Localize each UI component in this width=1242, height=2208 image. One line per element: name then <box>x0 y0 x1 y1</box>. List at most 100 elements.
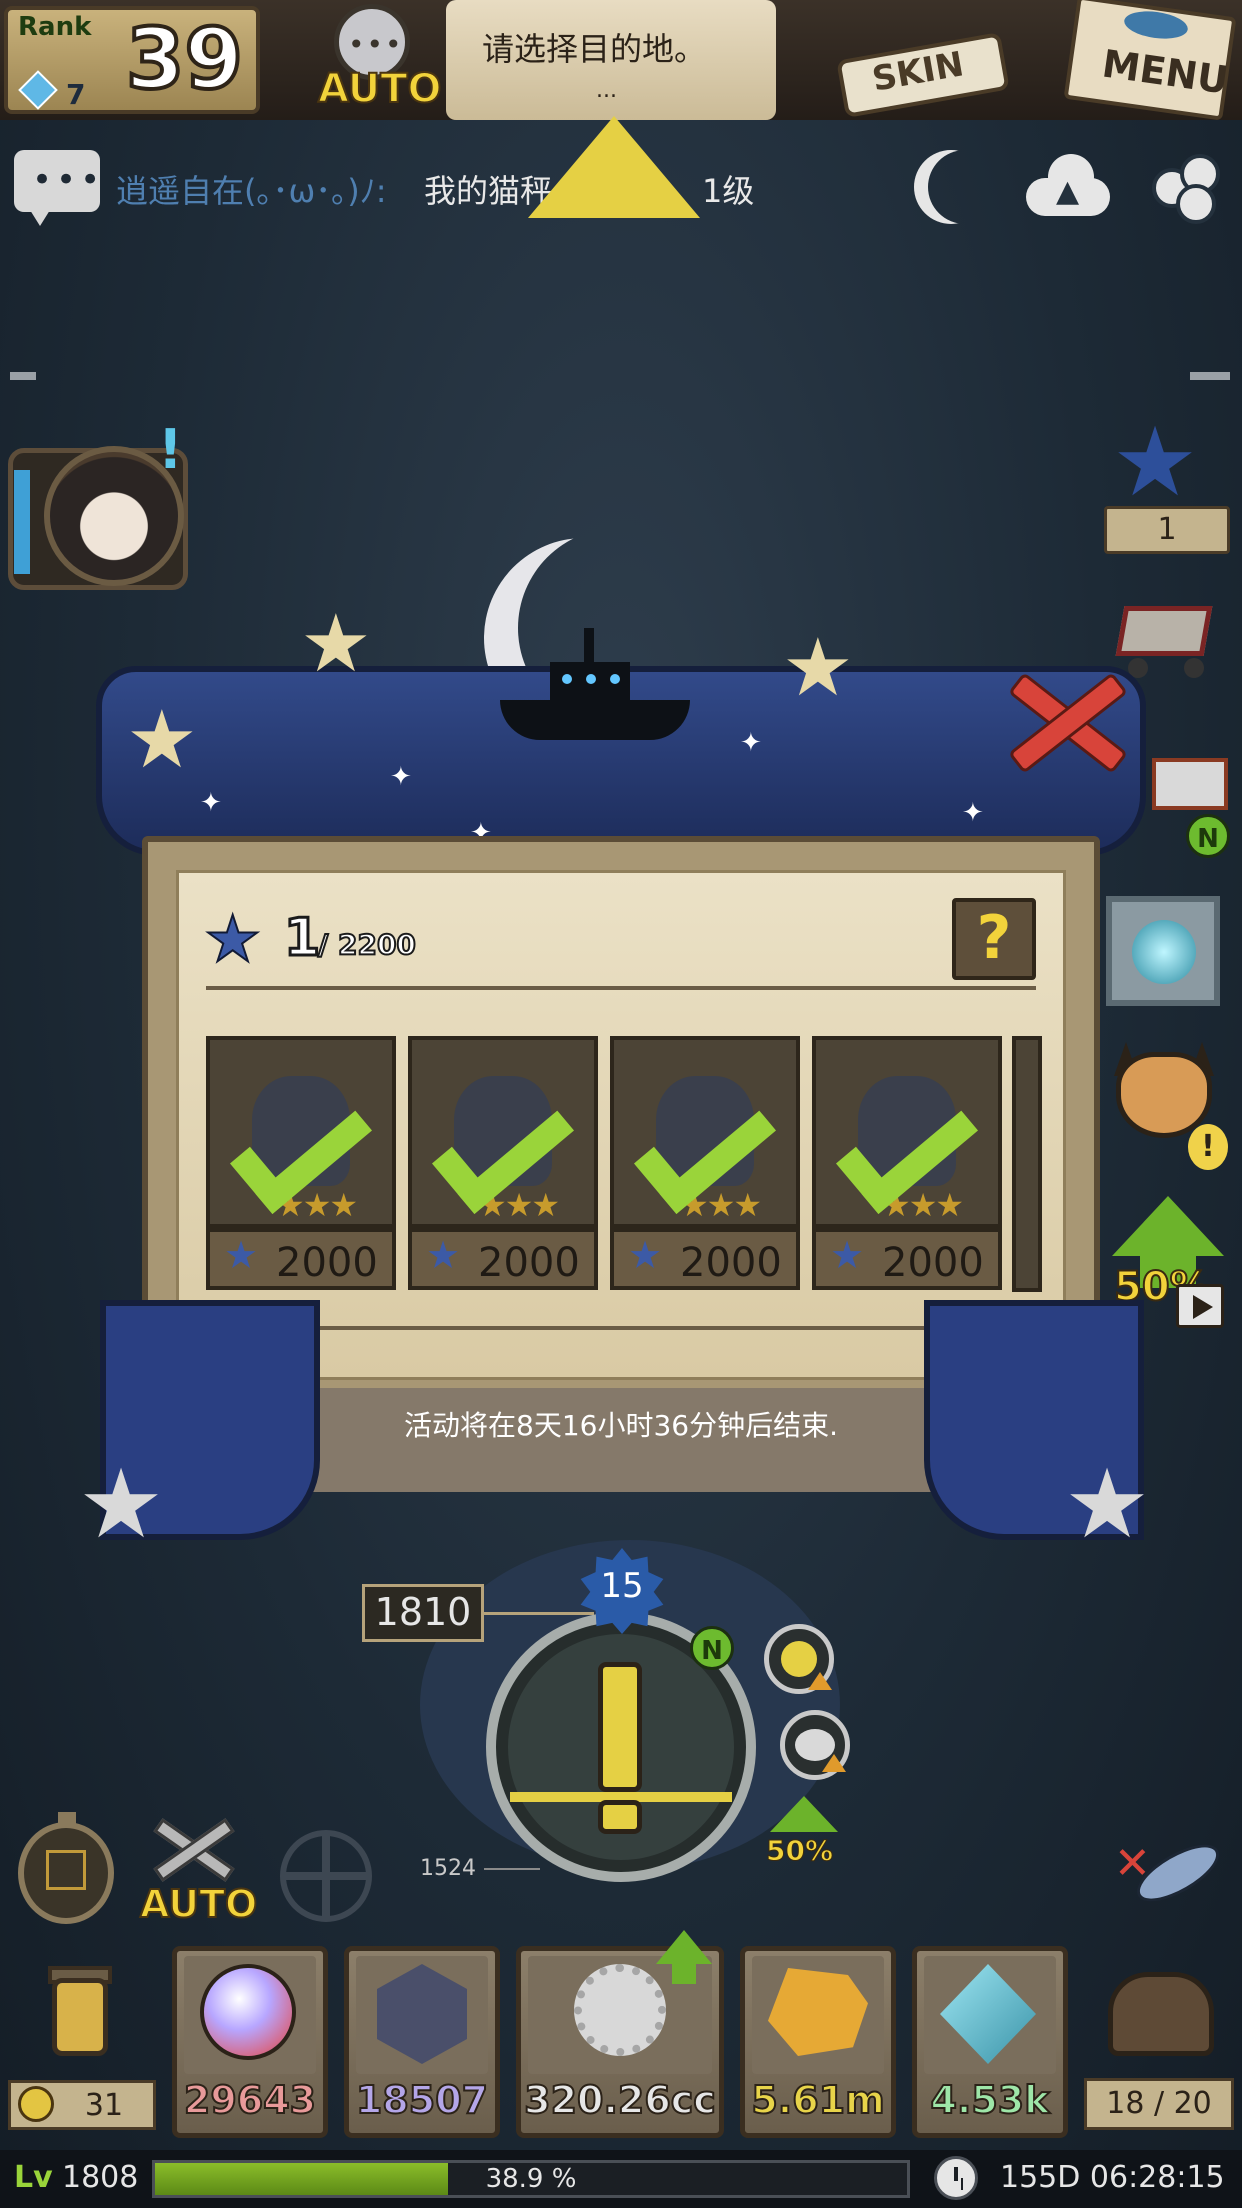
ship-hull <box>500 700 690 740</box>
reward-cost: 2000 <box>882 1240 984 1286</box>
corner-star-icon: ★ <box>1064 1448 1151 1560</box>
ship-window <box>562 674 572 684</box>
stopwatch-map-icon[interactable] <box>18 1812 114 1924</box>
lantern-icon[interactable] <box>18 1958 148 2068</box>
orb-icon <box>200 1964 296 2060</box>
reward-card[interactable]: ★★★ ★ 2000 <box>812 1036 1002 1292</box>
cost-star-icon: ★ <box>224 1233 259 1277</box>
stopwatch-knob <box>58 1812 76 1826</box>
depth-value: 1810 <box>374 1590 472 1634</box>
event-star-icon: ★ <box>203 903 262 977</box>
left-edge-marker <box>10 372 36 380</box>
curtain-star-icon: ★ <box>126 693 198 786</box>
reward-card[interactable]: ★★★ ★ 2000 <box>610 1036 800 1292</box>
map-grid <box>46 1850 86 1890</box>
close-x-icon[interactable] <box>992 666 1142 776</box>
hero-alert-icon: ! <box>158 418 183 481</box>
corner-star-icon: ★ <box>78 1448 165 1560</box>
upload-arrow-icon: ▲ <box>1056 174 1080 209</box>
bubbles-icon[interactable] <box>1146 150 1224 224</box>
boost-percent: 50% <box>765 1834 834 1868</box>
portal-core <box>1132 920 1196 984</box>
shop-cart-icon[interactable] <box>1110 580 1220 680</box>
reward-card[interactable]: ★★★ ★ 2000 <box>206 1036 396 1292</box>
new-badge-icon: N <box>1186 814 1230 858</box>
right-edge-marker <box>1190 372 1230 380</box>
resource-ore[interactable]: 5.61m <box>740 1946 896 2138</box>
gold-value: 31 <box>84 2088 124 2123</box>
portal-icon[interactable] <box>1106 896 1220 1006</box>
auto-travel-label: AUTO <box>317 65 442 113</box>
reward-card[interactable]: ★★★ ★ 2000 <box>408 1036 598 1292</box>
gold-icon <box>18 2086 54 2122</box>
moon-icon[interactable] <box>928 150 1002 224</box>
exclamation-dot <box>598 1800 642 1834</box>
resource-essence[interactable]: 18507 <box>344 1946 500 2138</box>
inventory-chest-icon[interactable] <box>1092 1958 1232 2068</box>
constellation-star-icon: ✦ <box>200 788 222 818</box>
xp-percent: 38.9 % <box>485 2164 577 2194</box>
rank-sub-value: 7 <box>66 78 86 111</box>
reward-card-peek[interactable] <box>1012 1036 1042 1292</box>
lantern-body <box>52 1978 108 2056</box>
help-button[interactable]: ? <box>952 898 1036 980</box>
reward-cost: 2000 <box>680 1240 782 1286</box>
resource-orbs[interactable]: 29643 <box>172 1946 328 2138</box>
cost-star-icon: ★ <box>426 1233 461 1277</box>
event-total: / 2200 <box>317 927 417 962</box>
divider <box>206 986 1036 990</box>
level-value: 15 <box>600 1566 644 1606</box>
auto-travel-button[interactable]: ••• AUTO <box>312 4 442 116</box>
chat-sender[interactable]: 逍遥自在(｡･ω･｡)ﾉ: <box>116 166 387 212</box>
boss-alert-icon: ! <box>1188 1124 1228 1170</box>
level-icon: Lv <box>14 2160 53 2195</box>
constellation-star-icon: ✦ <box>740 728 762 758</box>
ore-value: 5.61m <box>750 2077 885 2123</box>
reward-cost: 2000 <box>478 1240 580 1286</box>
gears-value: 320.26cc <box>523 2077 717 2123</box>
cost-star-icon: ★ <box>628 1233 663 1277</box>
envelope-shape <box>1152 758 1228 810</box>
destination-prompt: 请选择目的地。 <box>482 30 707 68</box>
upgrade-arrow-stem <box>672 1962 696 1984</box>
upgrade-arrow-icon <box>808 1672 832 1690</box>
boost-arrow-icon <box>1112 1196 1224 1256</box>
upgrade-arrow-icon[interactable] <box>656 1930 712 1964</box>
exclamation-icon <box>598 1662 642 1792</box>
mail-icon[interactable] <box>1152 748 1234 818</box>
crosshair-icon[interactable] <box>280 1830 372 1922</box>
upgrade-arrow-icon <box>822 1754 846 1772</box>
cart-wheel <box>1184 658 1204 678</box>
chat-message-suffix: 1级 <box>702 172 755 210</box>
star-count: 1 <box>1157 512 1177 547</box>
auto-battle-label: AUTO <box>139 1881 258 1927</box>
curtain-star-icon: ★ <box>782 621 854 714</box>
star-icon[interactable]: ★ <box>1112 414 1198 510</box>
crystals-value: 4.53k <box>929 2077 1050 2123</box>
constellation-star-icon: ✦ <box>390 762 412 792</box>
ship-window <box>610 674 620 684</box>
expand-up-arrow-icon[interactable] <box>528 116 700 218</box>
menu-button[interactable]: MENU <box>1062 0 1238 121</box>
skin-button[interactable]: SKIN <box>826 6 1022 118</box>
video-ad-icon[interactable] <box>1176 1284 1224 1328</box>
lower-depth-line <box>484 1868 540 1870</box>
cross-icon: ✕ <box>1114 1838 1151 1889</box>
inventory-value: 18 / 20 <box>1106 2086 1212 2121</box>
mask-head <box>1116 1052 1212 1138</box>
rank-value: 39 <box>124 8 245 110</box>
gear-icon <box>574 1964 666 2056</box>
resource-crystals[interactable]: 4.53k <box>912 1946 1068 2138</box>
ship-icon <box>500 628 690 742</box>
event-current: 1 <box>282 907 321 970</box>
cloud-upload-icon[interactable]: ▲ <box>1026 154 1110 216</box>
divider <box>206 1326 1036 1330</box>
cost-star-icon: ★ <box>830 1233 865 1277</box>
ship-window <box>586 674 596 684</box>
boost-arrow-icon[interactable] <box>770 1796 838 1832</box>
destination-more: ... <box>596 78 617 103</box>
player-level: 1808 <box>62 2160 139 2195</box>
auto-travel-dots: ••• <box>348 28 404 61</box>
constellation-star-icon: ✦ <box>962 798 984 828</box>
depth-pointer <box>484 1612 594 1615</box>
